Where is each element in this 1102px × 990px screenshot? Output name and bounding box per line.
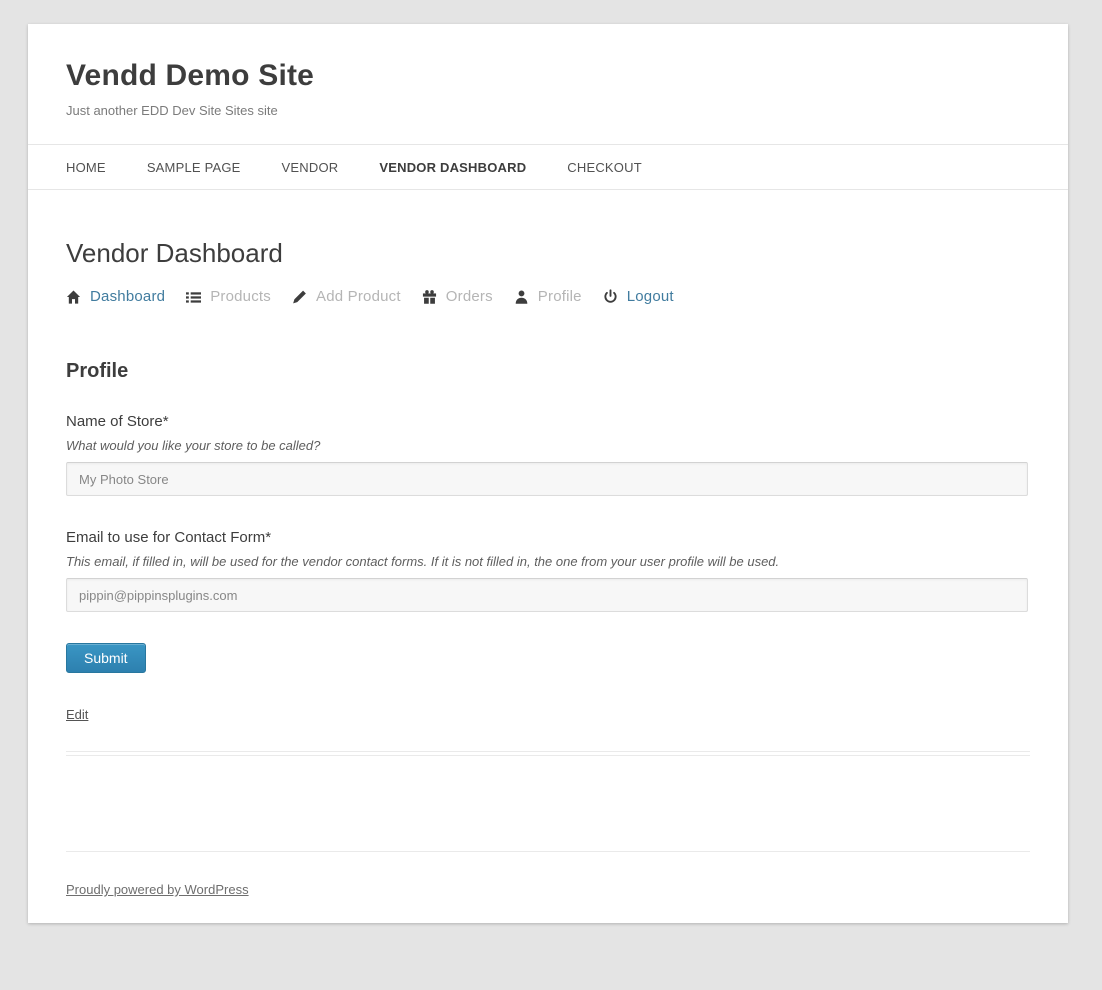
nav-item-vendor[interactable]: VENDOR [282, 160, 339, 175]
site-card: Vendd Demo Site Just another EDD Dev Sit… [28, 24, 1068, 923]
nav-item-sample-page[interactable]: SAMPLE PAGE [147, 160, 241, 175]
contact-email-field-group: Email to use for Contact Form* This emai… [66, 529, 1028, 612]
dash-nav-label: Dashboard [90, 288, 165, 305]
power-icon [603, 289, 618, 305]
site-title[interactable]: Vendd Demo Site [66, 58, 1028, 94]
dash-nav-profile[interactable]: Profile [514, 288, 582, 305]
nav-item-checkout[interactable]: CHECKOUT [567, 160, 642, 175]
contact-email-input[interactable] [66, 578, 1028, 612]
wordpress-credit-link[interactable]: Proudly powered by WordPress [66, 882, 249, 897]
dash-nav-label: Products [210, 288, 271, 305]
dash-nav-label: Add Product [316, 288, 401, 305]
list-icon [186, 289, 201, 305]
vendor-dashboard-nav: Dashboard Products Add Product Orders Pr… [66, 288, 1030, 305]
dash-nav-add-product[interactable]: Add Product [292, 288, 401, 305]
contact-email-description: This email, if filled in, will be used f… [66, 554, 1028, 570]
nav-item-vendor-dashboard[interactable]: VENDOR DASHBOARD [379, 160, 526, 175]
home-icon [66, 289, 81, 305]
submit-button[interactable]: Submit [66, 643, 146, 673]
site-tagline: Just another EDD Dev Site Sites site [66, 102, 1028, 120]
page-title: Vendor Dashboard [66, 238, 1030, 268]
store-name-field-group: Name of Store* What would you like your … [66, 413, 1028, 496]
contact-email-label: Email to use for Contact Form* [66, 529, 1028, 547]
store-name-description: What would you like your store to be cal… [66, 438, 1028, 454]
dash-nav-orders[interactable]: Orders [422, 288, 493, 305]
dash-nav-products[interactable]: Products [186, 288, 271, 305]
profile-section-title: Profile [66, 359, 1030, 383]
dash-nav-label: Orders [446, 288, 493, 305]
footer-widget-area [66, 756, 1030, 852]
dash-nav-logout[interactable]: Logout [603, 288, 674, 305]
gift-icon [422, 289, 437, 305]
nav-item-home[interactable]: HOME [66, 160, 106, 175]
dash-nav-dashboard[interactable]: Dashboard [66, 288, 165, 305]
main-nav: HOME SAMPLE PAGE VENDOR VENDOR DASHBOARD… [28, 144, 1068, 190]
site-footer: Proudly powered by WordPress [66, 852, 1030, 924]
profile-form: Name of Store* What would you like your … [66, 413, 1028, 673]
dash-nav-label: Logout [627, 288, 674, 305]
store-name-label: Name of Store* [66, 413, 1028, 431]
pencil-icon [292, 289, 307, 305]
edit-link[interactable]: Edit [66, 707, 88, 722]
user-icon [514, 289, 529, 305]
store-name-input[interactable] [66, 462, 1028, 496]
dash-nav-label: Profile [538, 288, 582, 305]
site-header: Vendd Demo Site Just another EDD Dev Sit… [28, 24, 1068, 120]
